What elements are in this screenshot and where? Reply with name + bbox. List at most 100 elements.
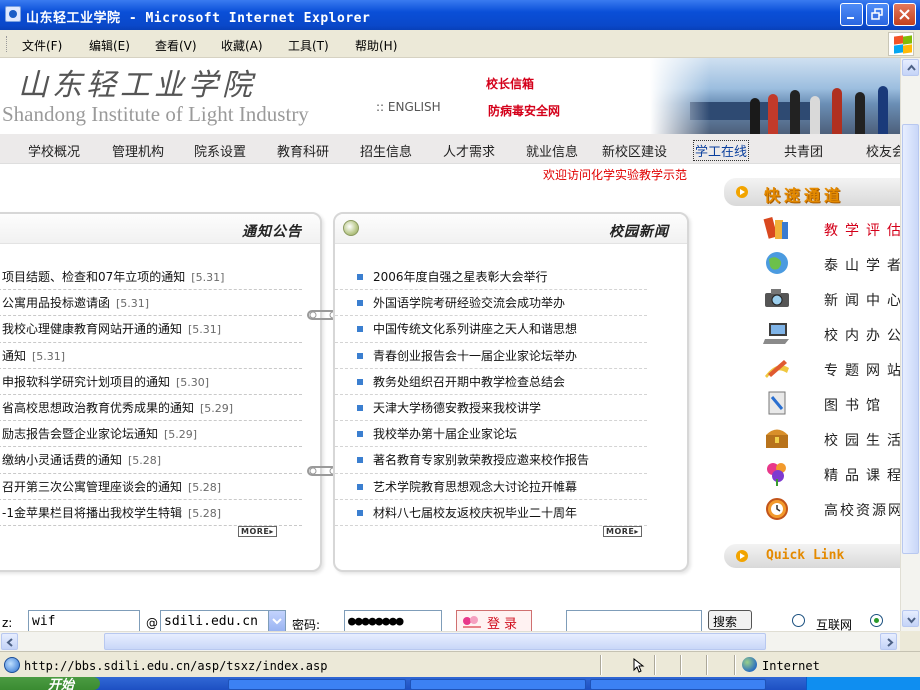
scanner-icon — [768, 391, 786, 415]
menu-edit[interactable]: 编辑(E) — [89, 37, 130, 54]
username-input[interactable]: wif — [28, 610, 140, 631]
news-item[interactable]: 材料八七届校友返校庆祝毕业二十周年 — [335, 500, 647, 526]
notice-item[interactable]: 我校心理健康教育网站开通的通知 [5.31] — [0, 316, 302, 343]
menu-view[interactable]: 查看(V) — [155, 37, 197, 54]
quick-item-campus-life[interactable]: 校园生活 — [724, 424, 900, 454]
nav-alumni[interactable]: 校友会 — [866, 141, 900, 160]
site-radio[interactable] — [870, 614, 883, 627]
quick-item-resources[interactable]: 高校资源网 — [724, 494, 900, 524]
mail-domain-select[interactable]: sdili.edu.cn — [160, 610, 286, 631]
toolbar-grip[interactable] — [6, 36, 9, 52]
nav-departments[interactable]: 院系设置 — [194, 141, 246, 160]
quick-item-news-center[interactable]: 新闻中心 — [724, 284, 900, 314]
nav-student-affairs[interactable]: 学工在线 — [693, 140, 750, 161]
square-bullet-icon — [357, 457, 363, 464]
notices-more-button[interactable]: MORE▸ — [238, 526, 277, 537]
taskbar-window-2[interactable] — [410, 679, 586, 690]
square-bullet-icon — [357, 352, 363, 359]
quick-item-teaching-eval[interactable]: 教学评估 — [724, 214, 900, 244]
notice-item[interactable]: -1金苹果栏目将播出我校学生特辑 [5.28] — [0, 500, 302, 526]
menu-help[interactable]: 帮助(H) — [355, 37, 397, 54]
search-button[interactable]: 搜索 — [708, 610, 752, 630]
news-item[interactable]: 青春创业报告会十一届企业家论坛举办 — [335, 343, 647, 369]
scroll-up-button[interactable] — [902, 59, 919, 76]
quick-access-panel: 快速通道 教学评估 泰山学者 新闻中心 校内办公 专题网站 图书馆 校园生活 精… — [724, 178, 900, 568]
news-item[interactable]: 艺术学院教育思想观念大讨论拉开帷幕 — [335, 474, 647, 500]
password-input[interactable]: ●●●●●●●● — [344, 610, 442, 631]
menu-bar: 文件(F) 编辑(E) 查看(V) 收藏(A) 工具(T) 帮助(H) — [0, 30, 920, 58]
square-bullet-icon — [357, 300, 363, 307]
user-label: z: — [2, 616, 13, 630]
vertical-scrollbar[interactable] — [900, 58, 920, 631]
nav-research[interactable]: 教育科研 — [277, 141, 329, 160]
chevron-down-icon[interactable] — [268, 611, 285, 631]
square-bullet-icon — [357, 326, 363, 333]
quick-link-header[interactable]: Quick Link — [724, 544, 900, 568]
scroll-left-button[interactable] — [1, 633, 18, 650]
notice-item[interactable]: 项目结题、检查和07年立项的通知 [5.31] — [0, 264, 302, 291]
notices-header: 通知公告 — [0, 214, 320, 244]
taskbar-window-3[interactable] — [590, 679, 766, 690]
news-item[interactable]: 外国语学院考研经验交流会成功举办 — [335, 290, 647, 317]
welcome-marquee[interactable]: 欢迎访问化学实验教学示范 — [543, 166, 687, 183]
system-tray — [806, 677, 920, 690]
president-mailbox-link[interactable]: 校长信箱 — [486, 75, 534, 92]
nav-admissions[interactable]: 招生信息 — [360, 141, 412, 160]
quick-item-quality-courses[interactable]: 精品课程 — [724, 459, 900, 489]
news-item[interactable]: 天津大学杨德安教授来我校讲学 — [335, 395, 647, 422]
english-link[interactable]: :: ENGLISH — [376, 100, 441, 114]
restore-button[interactable] — [866, 3, 889, 26]
menu-file[interactable]: 文件(F) — [22, 37, 62, 54]
quick-item-taishan-scholar[interactable]: 泰山学者 — [724, 249, 900, 279]
scroll-corner — [900, 631, 920, 651]
nav-school-overview[interactable]: 学校概况 — [28, 141, 80, 160]
quick-item-library[interactable]: 图书馆 — [724, 389, 900, 419]
scroll-down-button[interactable] — [902, 610, 919, 627]
notice-item[interactable]: 励志报告会暨企业家论坛通知 [5.29] — [0, 421, 302, 448]
notice-item[interactable]: 公寓用品投标邀请函 [5.31] — [0, 290, 302, 317]
notice-item[interactable]: 召开第三次公寓管理座谈会的通知 [5.28] — [0, 474, 302, 500]
notice-item[interactable]: 申报软科学研究计划项目的通知 [5.30] — [0, 369, 302, 395]
news-more-button[interactable]: MORE▸ — [603, 526, 642, 537]
login-button[interactable]: 登录 — [456, 610, 532, 631]
globe-icon — [766, 252, 788, 274]
nav-administration[interactable]: 管理机构 — [112, 141, 164, 160]
ie-app-icon[interactable] — [5, 6, 21, 22]
close-button[interactable] — [893, 3, 916, 26]
notice-item[interactable]: 省高校思想政治教育优秀成果的通知 [5.29] — [0, 395, 302, 422]
antivirus-net-link[interactable]: 防病毒安全网 — [488, 102, 560, 119]
news-panel: 校园新闻 2006年度自强之星表彰大会举行 外国语学院考研经验交流会成功举办 中… — [333, 212, 689, 572]
vertical-scroll-thumb[interactable] — [902, 124, 919, 554]
arrow-left-icon — [6, 638, 13, 647]
treasure-icon — [766, 429, 788, 448]
menu-favorites[interactable]: 收藏(A) — [221, 37, 263, 54]
square-bullet-icon — [357, 404, 363, 411]
site-search-input[interactable] — [566, 610, 702, 631]
horizontal-scrollbar[interactable] — [0, 631, 900, 651]
minimize-button[interactable] — [840, 3, 863, 26]
nav-talent[interactable]: 人才需求 — [443, 141, 495, 160]
news-item[interactable]: 著名教育专家别敦荣教授应邀来校作报告 — [335, 447, 647, 474]
nav-new-campus[interactable]: 新校区建设 — [602, 141, 667, 160]
quick-item-office[interactable]: 校内办公 — [724, 319, 900, 349]
internet-radio[interactable] — [792, 614, 805, 627]
quick-item-topic-sites[interactable]: 专题网站 — [724, 354, 900, 384]
square-bullet-icon — [357, 274, 363, 280]
cursor-hand-icon — [633, 657, 645, 673]
nav-employment[interactable]: 就业信息 — [526, 141, 578, 160]
menu-tools[interactable]: 工具(T) — [288, 37, 329, 54]
taskbar-window-1[interactable] — [228, 679, 406, 690]
login-flower-icon — [463, 616, 481, 628]
news-item[interactable]: 教务处组织召开期中教学检查总结会 — [335, 369, 647, 395]
web-content: 山东轻工业学院 Shandong Institute of Light Indu… — [0, 58, 900, 631]
nav-youth-league[interactable]: 共青团 — [784, 141, 823, 160]
horizontal-scroll-thumb[interactable] — [104, 633, 766, 650]
news-item[interactable]: 中国传统文化系列讲座之天人和谐思想 — [335, 316, 647, 343]
start-button[interactable]: 开始 — [0, 677, 100, 690]
internet-globe-icon — [742, 657, 757, 672]
news-item[interactable]: 2006年度自强之星表彰大会举行 — [335, 264, 647, 291]
scroll-right-button[interactable] — [880, 633, 897, 650]
news-item[interactable]: 我校举办第十届企业家论坛 — [335, 421, 647, 448]
notice-item[interactable]: 缴纳小灵通话费的通知 [5.28] — [0, 447, 302, 474]
notice-item[interactable]: 通知 [5.31] — [0, 343, 302, 369]
